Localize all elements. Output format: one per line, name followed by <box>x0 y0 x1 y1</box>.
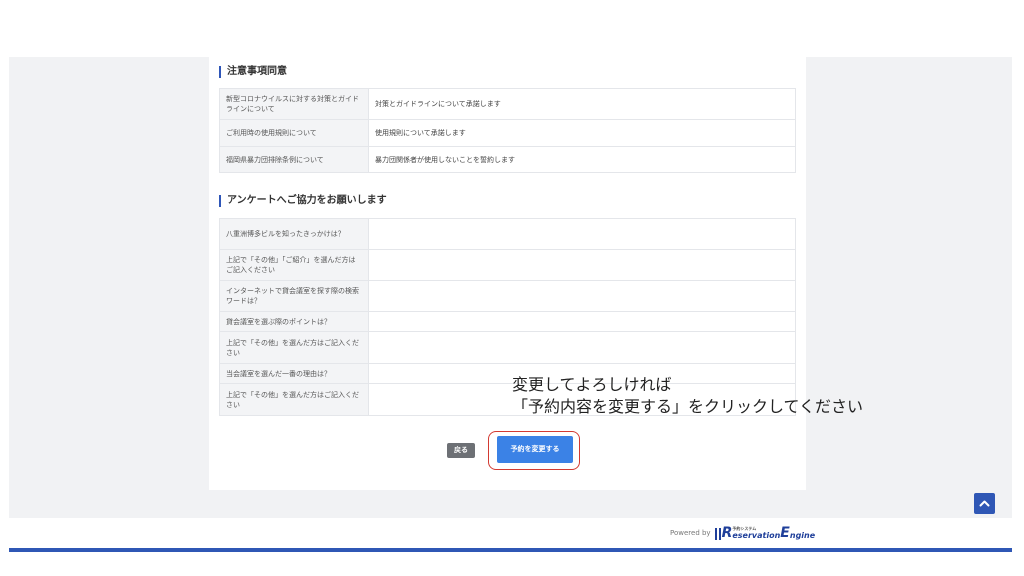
survey-answer-field[interactable] <box>368 280 796 312</box>
row-value: 対策とガイドラインについて承諾します <box>368 88 796 120</box>
survey-answer-field[interactable] <box>368 331 796 364</box>
table-row: 新型コロナウイルスに対する対策とガイドラインについて 対策とガイドラインについて… <box>219 88 796 120</box>
row-label: 福岡県暴力団排除条例について <box>219 146 369 173</box>
table-row: インターネットで貸会議室を探す際の検索ワードは？ <box>219 280 796 312</box>
row-value: 暴力団関係者が使用しないことを誓約します <box>368 146 796 173</box>
row-label: ご利用時の使用規則について <box>219 119 369 147</box>
logo-text-stack: 予約システム eservation <box>732 526 780 540</box>
instruction-line-2: 「予約内容を変更する」をクリックしてください <box>512 397 864 416</box>
table-row: 貸会議室を選ぶ際のポイントは？ <box>219 311 796 332</box>
back-button[interactable]: 戻る <box>447 443 475 458</box>
table-row: ご利用時の使用規則について 使用規則について承諾します <box>219 119 796 147</box>
instruction-annotation: 変更してよろしければ 「予約内容を変更する」をクリックしてください <box>512 374 863 418</box>
survey-answer-field[interactable] <box>368 218 796 250</box>
row-label: 貸会議室を選ぶ際のポイントは？ <box>219 311 369 332</box>
powered-by: Powered by R 予約システム eservation E ngine <box>670 526 815 540</box>
row-label: 当会議室を選んだ一番の理由は？ <box>219 363 369 384</box>
table-row: 福岡県暴力団排除条例について 暴力団関係者が使用しないことを誓約します <box>219 146 796 173</box>
instruction-line-1: 変更してよろしければ <box>512 375 672 394</box>
row-label: 上記で「その他」「ご紹介」を選んだ方はご記入ください <box>219 249 369 281</box>
logo-e: E <box>780 525 790 541</box>
chevron-up-icon <box>979 500 990 507</box>
agreement-section-title: 注意事項同意 <box>219 66 287 78</box>
logo-eservation: eservation <box>732 531 781 540</box>
table-row: 八重洲博多ビルを知ったきっかけは？ <box>219 218 796 250</box>
row-label: 上記で「その他」を選んだ方はご記入ください <box>219 331 369 364</box>
reservation-engine-logo: R 予約システム eservation E ngine <box>714 525 816 541</box>
powered-by-text: Powered by <box>670 529 711 537</box>
table-row: 上記で「その他」を選んだ方はご記入ください <box>219 331 796 364</box>
change-reservation-button[interactable]: 予約を変更する <box>497 436 573 463</box>
table-row: 上記で「その他」「ご紹介」を選んだ方はご記入ください <box>219 249 796 281</box>
footer-bottom-line <box>9 548 1012 552</box>
survey-answer-field[interactable] <box>368 311 796 332</box>
row-label: 上記で「その他」を選んだ方はご記入ください <box>219 383 369 416</box>
agreement-table: 新型コロナウイルスに対する対策とガイドラインについて 対策とガイドラインについて… <box>219 88 796 173</box>
logo-ngine: ngine <box>789 531 816 540</box>
row-label: インターネットで貸会議室を探す際の検索ワードは？ <box>219 280 369 312</box>
row-value: 使用規則について承諾します <box>368 119 796 147</box>
scroll-top-button[interactable] <box>974 493 995 514</box>
row-label: 八重洲博多ビルを知ったきっかけは？ <box>219 218 369 250</box>
logo-r: R <box>721 525 733 541</box>
row-label: 新型コロナウイルスに対する対策とガイドラインについて <box>219 88 369 120</box>
survey-section-title: アンケートへご協力をお願いします <box>219 195 387 207</box>
survey-answer-field[interactable] <box>368 249 796 281</box>
logo-mark-icon <box>714 528 721 540</box>
